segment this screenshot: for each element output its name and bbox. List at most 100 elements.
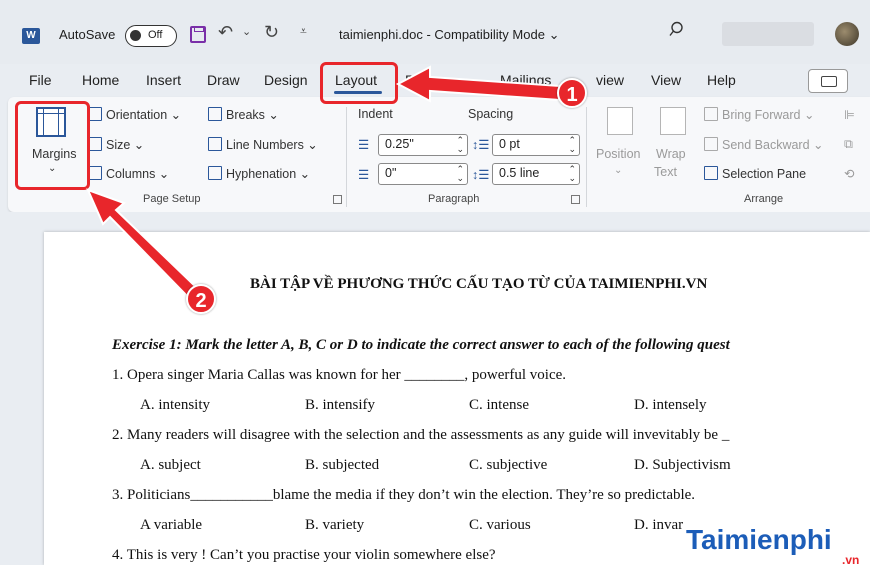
indent-right-value: 0" bbox=[385, 166, 397, 180]
hyphenation-button[interactable]: Hyphenation ⌄ bbox=[208, 166, 310, 181]
bring-forward-icon bbox=[704, 107, 718, 121]
columns-button[interactable]: Columns ⌄ bbox=[88, 166, 169, 181]
redo-icon[interactable]: ↻ bbox=[264, 22, 279, 43]
tab-home[interactable]: Home bbox=[82, 72, 119, 88]
arrange-group-label: Arrange bbox=[744, 193, 784, 205]
bring-forward-label: Bring Forward bbox=[722, 108, 801, 122]
q2-option-d: D. Subjectivism bbox=[634, 457, 731, 473]
comments-button[interactable] bbox=[808, 69, 848, 93]
spacing-after-input[interactable]: 0.5 line ⌃ ⌄ bbox=[492, 163, 580, 185]
document-title-text: taimienphi.doc - Compatibility Mode bbox=[339, 27, 545, 42]
chevron-down-icon[interactable]: ⌄ bbox=[614, 165, 622, 176]
breaks-button[interactable]: Breaks ⌄ bbox=[208, 107, 279, 122]
avatar[interactable] bbox=[835, 22, 859, 46]
selection-pane-icon bbox=[704, 166, 718, 180]
autosave-state: Off bbox=[148, 29, 163, 41]
orientation-button[interactable]: Orientation ⌄ bbox=[88, 107, 181, 122]
chevron-down-icon: ⌄ bbox=[548, 27, 560, 42]
exercise-instruction: Exercise 1: Mark the letter A, B, C or D… bbox=[112, 337, 730, 353]
title-bar: W AutoSave Off ↶ ⌄ ↻ ⩡ taimienphi.doc - … bbox=[0, 0, 870, 64]
spacing-before-input[interactable]: 0 pt ⌃ ⌄ bbox=[492, 134, 580, 156]
rotate-icon[interactable]: ⟲ bbox=[844, 166, 854, 181]
save-icon[interactable] bbox=[190, 26, 206, 43]
indent-right-input[interactable]: 0" ⌃ ⌄ bbox=[378, 163, 468, 185]
document-heading: BÀI TẬP VỀ PHƯƠNG THỨC CẤU TẠO TỪ CỦA TA… bbox=[250, 276, 708, 292]
tab-help[interactable]: Help bbox=[707, 72, 736, 88]
spinner-icon[interactable]: ⌃ ⌄ bbox=[456, 136, 464, 154]
word-app-icon: W bbox=[22, 28, 40, 44]
wrap-text-icon[interactable] bbox=[660, 107, 686, 135]
q1-option-c: C. intense bbox=[469, 397, 529, 413]
tab-references[interactable]: R bbox=[405, 72, 415, 88]
paragraph-group-label: Paragraph bbox=[428, 193, 480, 205]
tab-design[interactable]: Design bbox=[264, 72, 308, 88]
ribbon-tabs: File Home Insert Draw Design Layout R Ma… bbox=[0, 64, 870, 98]
autosave-label: AutoSave bbox=[59, 27, 116, 42]
margins-button-highlight bbox=[15, 101, 90, 190]
wrap-text-label-1[interactable]: Wrap bbox=[656, 147, 686, 161]
columns-label: Columns bbox=[106, 167, 156, 181]
spacing-label: Spacing bbox=[468, 107, 514, 121]
layout-tab-highlight bbox=[320, 62, 398, 104]
line-numbers-button[interactable]: Line Numbers ⌄ bbox=[208, 137, 318, 152]
indent-left-value: 0.25" bbox=[385, 137, 414, 151]
customize-toolbar-icon[interactable]: ⩡ bbox=[300, 24, 307, 39]
bring-forward-button[interactable]: Bring Forward ⌄ bbox=[704, 107, 814, 122]
spinner-icon[interactable]: ⌃ ⌄ bbox=[568, 165, 576, 183]
tab-insert[interactable]: Insert bbox=[146, 72, 181, 88]
question-1: 1. Opera singer Maria Callas was known f… bbox=[112, 367, 567, 383]
step-1-badge: 1 bbox=[557, 78, 587, 108]
ribbon-layout-panel: Margins ⌄ Orientation ⌄ Size ⌄ Columns ⌄… bbox=[8, 97, 870, 212]
size-button[interactable]: Size ⌄ bbox=[88, 137, 144, 152]
q2-option-c: C. subjective bbox=[469, 457, 548, 473]
tab-mailings[interactable]: Mailings bbox=[500, 72, 551, 88]
paragraph-launcher-icon[interactable] bbox=[571, 195, 580, 204]
q3-option-a: A variable bbox=[140, 517, 203, 533]
q3-option-b: B. variety bbox=[305, 517, 365, 533]
breaks-label: Breaks bbox=[226, 108, 265, 122]
send-backward-icon bbox=[704, 137, 718, 151]
selection-pane-button[interactable]: Selection Pane bbox=[704, 166, 806, 181]
indent-left-input[interactable]: 0.25" ⌃ ⌄ bbox=[378, 134, 468, 156]
q3-option-c: C. various bbox=[469, 517, 531, 533]
q1-option-b: B. intensify bbox=[305, 397, 375, 413]
spinner-icon[interactable]: ⌃ ⌄ bbox=[568, 136, 576, 154]
undo-dropdown-icon[interactable]: ⌄ bbox=[242, 25, 251, 38]
group-divider bbox=[586, 107, 587, 207]
watermark-logo: Taimienphi bbox=[686, 524, 832, 555]
spacing-after-value: 0.5 line bbox=[499, 166, 540, 180]
tab-review[interactable]: view bbox=[596, 72, 624, 88]
spacing-before-icon: ↕☰ bbox=[472, 138, 490, 152]
question-4: 4. This is very ! Can’t you practise you… bbox=[112, 547, 496, 563]
wrap-text-label-2[interactable]: Text bbox=[654, 165, 677, 179]
indent-right-icon: ☰ bbox=[358, 168, 370, 182]
tab-draw[interactable]: Draw bbox=[207, 72, 240, 88]
spinner-icon[interactable]: ⌃ ⌄ bbox=[456, 165, 464, 183]
position-label[interactable]: Position bbox=[596, 147, 640, 161]
q3-option-d: D. invar bbox=[634, 517, 684, 533]
spacing-before-value: 0 pt bbox=[499, 137, 520, 151]
autosave-toggle[interactable]: Off bbox=[125, 25, 177, 47]
search-icon[interactable] bbox=[668, 21, 684, 37]
indent-label: Indent bbox=[358, 107, 393, 121]
account-name-blurred bbox=[722, 22, 814, 46]
position-icon[interactable] bbox=[607, 107, 633, 135]
group-icon[interactable]: ⧉ bbox=[844, 137, 853, 152]
send-backward-button[interactable]: Send Backward ⌄ bbox=[704, 137, 824, 152]
page-setup-launcher-icon[interactable] bbox=[333, 195, 342, 204]
document-title[interactable]: taimienphi.doc - Compatibility Mode ⌄ bbox=[339, 27, 559, 43]
align-icon[interactable]: ⊫ bbox=[844, 107, 855, 122]
selection-pane-label: Selection Pane bbox=[722, 167, 807, 181]
group-divider bbox=[346, 107, 347, 207]
indent-left-icon: ☰ bbox=[358, 138, 370, 152]
watermark-suffix: .vn bbox=[842, 553, 860, 565]
undo-icon[interactable]: ↶ bbox=[218, 22, 233, 43]
orientation-label: Orientation bbox=[106, 108, 168, 122]
line-numbers-icon bbox=[208, 137, 222, 151]
line-numbers-label: Line Numbers bbox=[226, 138, 304, 152]
tab-file[interactable]: File bbox=[29, 72, 52, 88]
q2-option-b: B. subjected bbox=[305, 457, 380, 473]
size-icon bbox=[88, 137, 102, 151]
page-setup-group-label: Page Setup bbox=[143, 193, 201, 205]
tab-view[interactable]: View bbox=[651, 72, 681, 88]
